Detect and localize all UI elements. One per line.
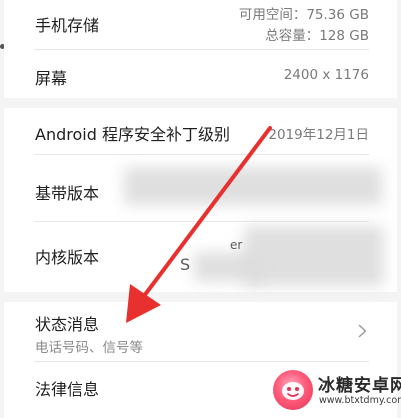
device-info-card-middle: Android 程序安全补丁级别 2019年12月1日 基带版本 内核版本 er… — [4, 108, 397, 292]
kernel-label: 内核版本 — [35, 248, 100, 267]
watermark-title: 冰糖安卓网 — [318, 376, 401, 396]
chevron-right-icon — [358, 324, 367, 338]
redacted-kernel-value — [244, 226, 384, 286]
screen-label: 屏幕 — [35, 69, 68, 88]
status-message-subtitle: 电话号码、信号等 — [35, 340, 143, 356]
device-info-card-top: 手机存储 可用空间：75.36 GB 总容量：128 GB 屏幕 2400 x … — [4, 0, 397, 98]
storage-available: 可用空间：75.36 GB — [238, 7, 369, 23]
security-patch-label: Android 程序安全补丁级别 — [35, 125, 230, 144]
screen-row[interactable]: 屏幕 2400 x 1176 — [4, 50, 397, 98]
redacted-kernel-value-2 — [194, 252, 264, 282]
kernel-partial-b: S — [180, 255, 191, 274]
watermark-url: www.btxtdmy.com — [319, 395, 401, 406]
security-patch-row[interactable]: Android 程序安全补丁级别 2019年12月1日 — [4, 108, 397, 154]
screen-resolution: 2400 x 1176 — [283, 67, 369, 83]
status-message-row[interactable]: 状态消息 电话号码、信号等 — [4, 302, 397, 360]
legal-info-label: 法律信息 — [35, 380, 100, 399]
security-patch-date: 2019年12月1日 — [268, 127, 369, 143]
baseband-row[interactable]: 基带版本 — [4, 155, 397, 221]
storage-label: 手机存储 — [35, 16, 100, 35]
redacted-baseband-value — [124, 167, 382, 205]
storage-row[interactable]: 手机存储 可用空间：75.36 GB 总容量：128 GB — [4, 0, 397, 49]
storage-total: 总容量：128 GB — [265, 28, 369, 44]
watermark-logo-icon — [273, 370, 313, 410]
kernel-row[interactable]: 内核版本 er S — [4, 222, 397, 292]
kernel-partial-a: er — [230, 238, 243, 252]
baseband-label: 基带版本 — [35, 184, 100, 203]
status-message-label: 状态消息 — [35, 315, 100, 334]
site-watermark: 冰糖安卓网 www.btxtdmy.com — [273, 368, 401, 414]
